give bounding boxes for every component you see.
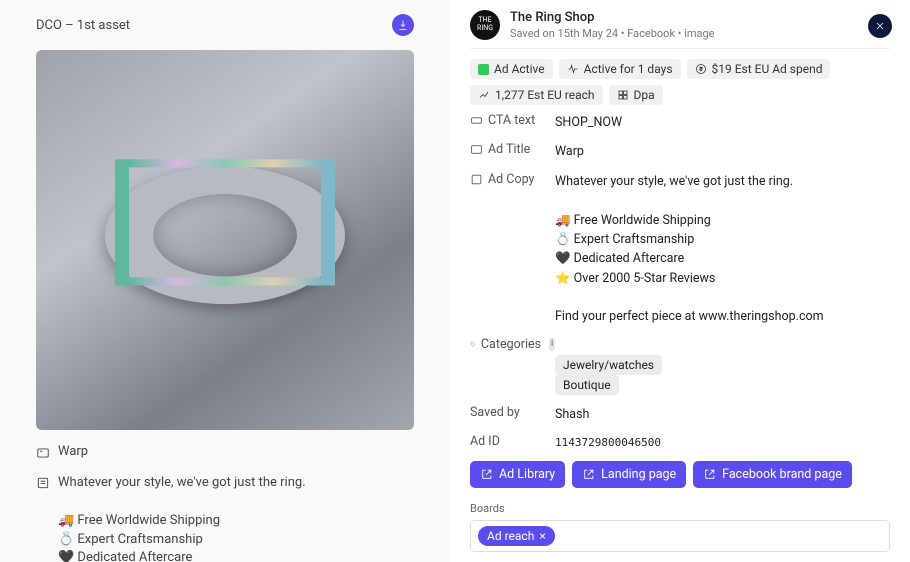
shop-name: The Ring Shop [510, 10, 715, 25]
ad-library-link[interactable]: Ad Library [470, 461, 565, 488]
boards-label: Boards [470, 502, 890, 515]
value-copy: Whatever your style, we've got just the … [555, 172, 824, 327]
category-chip[interactable]: Jewelry/watches [555, 355, 662, 375]
label-cta: CTA text [488, 113, 535, 128]
grid-icon [617, 89, 629, 101]
label-savedby: Saved by [470, 405, 520, 420]
value-adid: 1143729800046500 [555, 434, 661, 451]
close-icon [874, 20, 886, 32]
external-link-icon [480, 468, 493, 481]
pulse-icon [567, 63, 579, 75]
badge-reach: 1,277 Est EU reach [470, 85, 603, 105]
board-chip[interactable]: Ad reach× [478, 526, 555, 546]
trend-icon [478, 89, 490, 101]
download-button[interactable] [392, 14, 414, 36]
badge-ad-active: Ad Active [470, 59, 553, 79]
category-chip[interactable]: Boutique [555, 375, 619, 395]
value-title: Warp [555, 142, 584, 161]
left-ad-copy: Whatever your style, we've got just the … [58, 474, 337, 562]
right-pane: THE RING The Ring Shop Saved on 15th May… [450, 0, 910, 562]
cta-icon [470, 114, 483, 127]
left-pane: DCO – 1st asset Warp Whatever your style… [0, 0, 450, 562]
title-field-icon [470, 143, 483, 156]
label-copy: Ad Copy [488, 172, 534, 187]
landing-page-link[interactable]: Landing page [572, 461, 686, 488]
dollar-icon [695, 63, 707, 75]
left-ad-title: Warp [58, 444, 88, 459]
active-indicator-icon [478, 64, 489, 75]
copy-field-icon [470, 173, 483, 186]
badge-active-days: Active for 1 days [559, 59, 681, 79]
external-link-icon [703, 468, 716, 481]
copy-icon [36, 476, 50, 490]
close-button[interactable] [868, 14, 892, 38]
badge-dpa: Dpa [609, 85, 663, 105]
label-categories: Categories [481, 337, 541, 352]
download-icon [397, 19, 409, 31]
label-adid: Ad ID [470, 434, 500, 449]
categories-icon [470, 338, 476, 351]
title-icon [36, 446, 50, 460]
shop-header: THE RING The Ring Shop Saved on 15th May… [470, 10, 890, 49]
value-cta: SHOP_NOW [555, 113, 622, 132]
left-pane-title: DCO – 1st asset [36, 18, 130, 33]
status-badge-row: Ad Active Active for 1 days $19 Est EU A… [470, 59, 890, 105]
boards-input[interactable]: Ad reach× [470, 520, 890, 552]
shop-avatar: THE RING [470, 10, 500, 40]
saved-meta: Saved on 15th May 24 • Facebook • image [510, 27, 715, 40]
ad-creative-image [36, 50, 414, 430]
badge-ad-spend: $19 Est EU Ad spend [687, 59, 831, 79]
remove-chip-icon[interactable]: × [539, 529, 545, 543]
value-savedby: Shash [555, 405, 589, 424]
label-title: Ad Title [488, 142, 530, 157]
external-link-icon [582, 468, 595, 481]
facebook-page-link[interactable]: Facebook brand page [693, 461, 852, 488]
